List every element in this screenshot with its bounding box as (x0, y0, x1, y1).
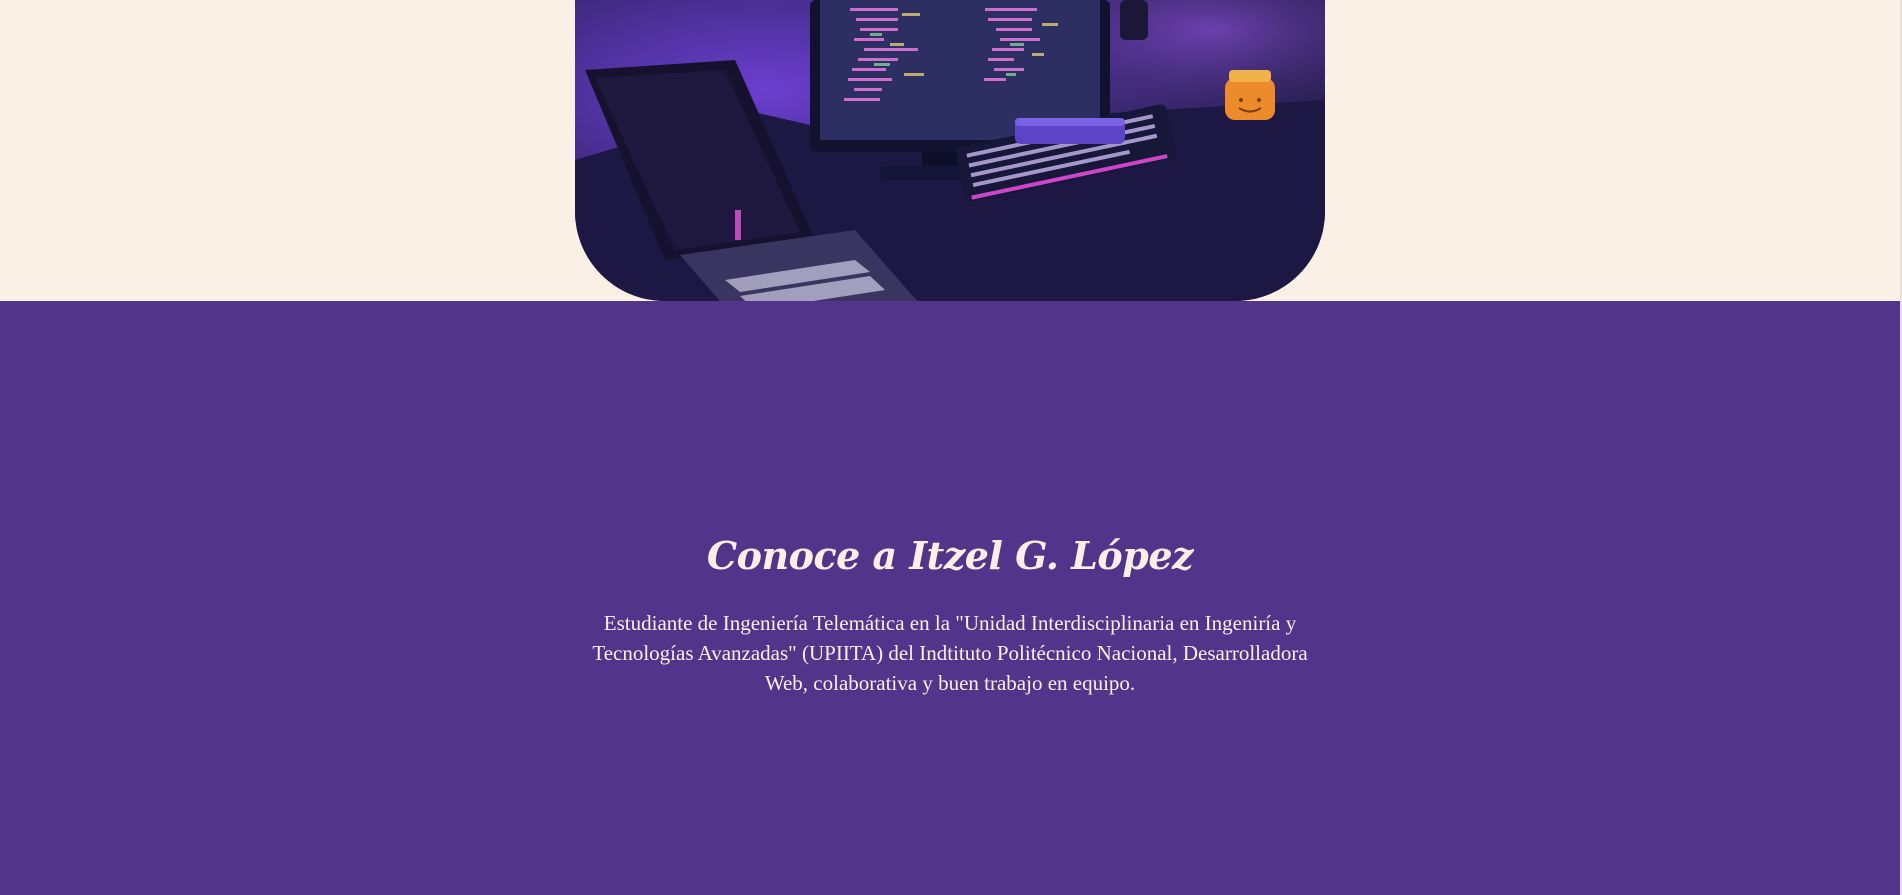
about-title: Conoce a Itzel G. López (706, 533, 1194, 578)
about-description: Estudiante de Ingeniería Telemática en l… (592, 611, 1308, 695)
desk-setup-illustration (575, 0, 1325, 301)
candle-jar (1225, 70, 1275, 120)
speaker-stand (1120, 0, 1148, 40)
mini-pc (1015, 118, 1125, 144)
about-section: Conoce a Itzel G. López Estudiante de In… (0, 301, 1900, 895)
hero-image (575, 0, 1325, 301)
